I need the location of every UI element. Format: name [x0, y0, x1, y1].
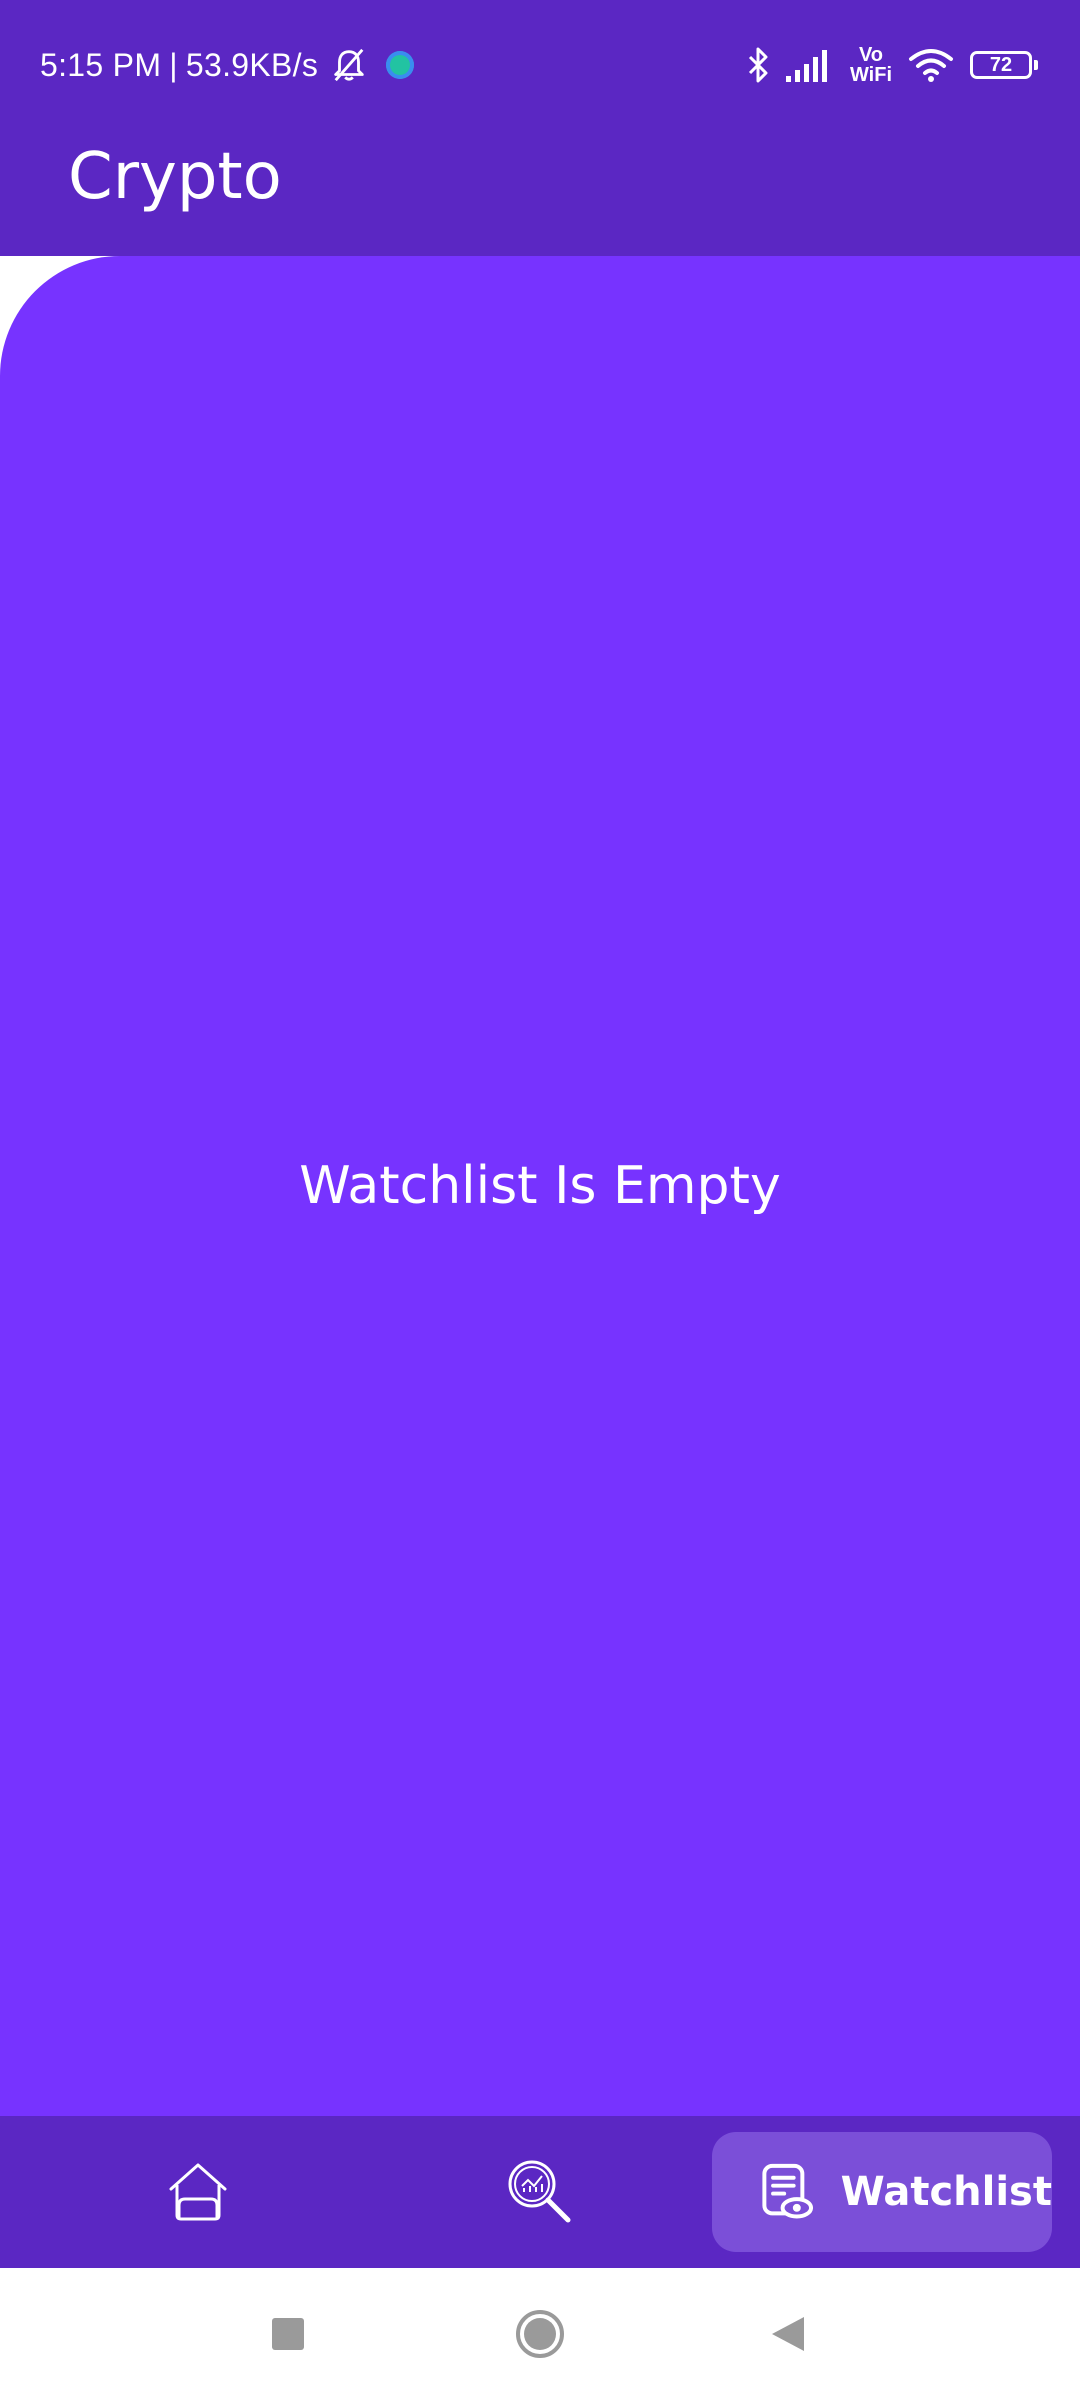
status-separator: |: [169, 46, 178, 83]
vowifi-bottom: WiFi: [849, 64, 892, 86]
empty-watchlist-message: Watchlist Is Empty: [299, 1156, 781, 1216]
status-right: Vo WiFi 72: [746, 40, 1038, 90]
app-header: 5:15 PM | 53.9KB/s Vo WiFi 72 Crypto: [0, 0, 1080, 256]
triangle-back-icon: [772, 2317, 804, 2351]
nav-watchlist-label: Watchlist: [840, 2169, 1052, 2215]
nav-watchlist-button[interactable]: Watchlist: [712, 2132, 1052, 2252]
wifi-icon: [909, 49, 953, 82]
bell-muted-icon: [334, 48, 364, 82]
circle-icon: [516, 2310, 564, 2358]
watchlist-icon: [762, 2163, 813, 2219]
status-left: 5:15 PM | 53.9KB/s: [40, 40, 415, 90]
nav-home-button[interactable]: [128, 2132, 268, 2252]
home-icon: [169, 2163, 227, 2221]
system-home-button[interactable]: [510, 2304, 570, 2364]
square-icon: [272, 2318, 304, 2350]
app-notification-icon: [386, 51, 415, 79]
vowifi-top: Vo: [858, 44, 884, 66]
status-bar: 5:15 PM | 53.9KB/s Vo WiFi 72: [0, 0, 1080, 128]
battery-level: 72: [989, 53, 1013, 76]
watchlist-content: Watchlist Is Empty: [0, 256, 1080, 2116]
app-title: Crypto: [68, 140, 282, 214]
status-time: 5:15 PM: [40, 46, 162, 83]
vowifi-indicator: Vo WiFi: [850, 45, 892, 85]
signal-icon: [785, 50, 827, 82]
recent-apps-button[interactable]: [258, 2304, 318, 2364]
network-speed: 53.9KB/s: [185, 46, 319, 83]
bluetooth-icon: [748, 47, 768, 83]
screen: 5:15 PM | 53.9KB/s Vo WiFi 72 Crypto Wat…: [0, 0, 1080, 2400]
nav-explore-button[interactable]: [470, 2132, 610, 2252]
battery-icon: 72: [970, 51, 1038, 79]
search-chart-icon: [508, 2160, 571, 2223]
system-back-button[interactable]: [758, 2304, 818, 2364]
bottom-navigation: Watchlist: [0, 2116, 1080, 2268]
system-navigation-bar: [0, 2268, 1080, 2400]
